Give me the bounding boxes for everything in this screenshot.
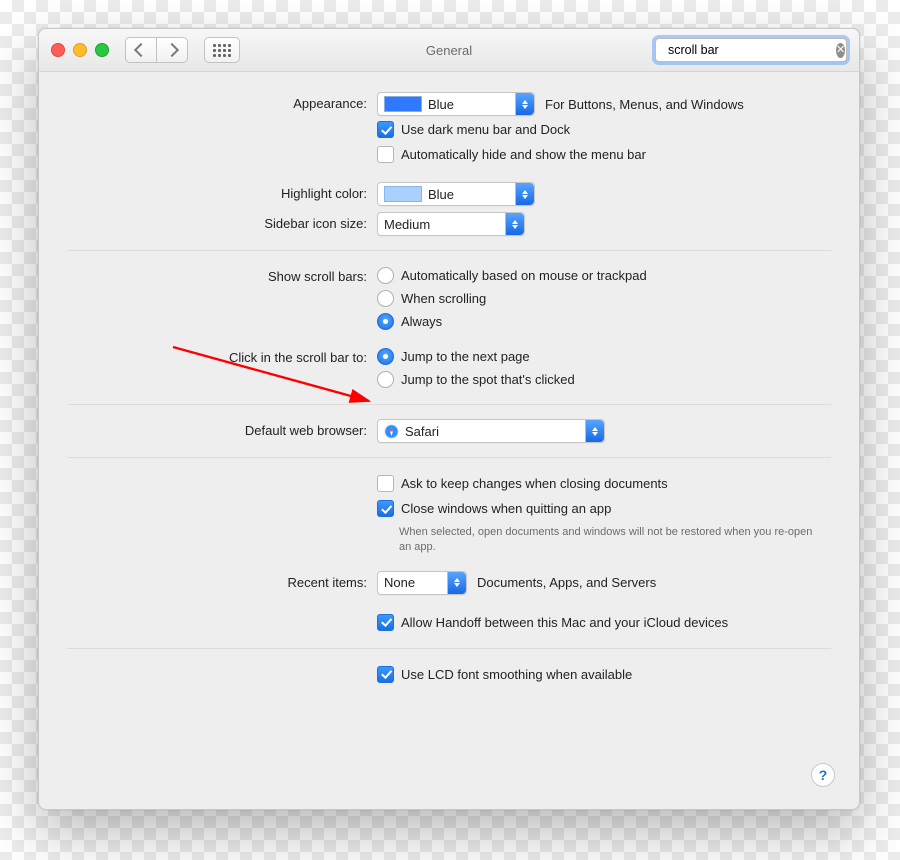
highlight-value: Blue	[428, 187, 454, 202]
divider	[67, 457, 831, 458]
highlight-label: Highlight color:	[67, 182, 377, 201]
sidebar-size-popup[interactable]: Medium	[377, 212, 525, 236]
scroll-click-spot[interactable]: Jump to the spot that's clicked	[377, 371, 831, 388]
search-field[interactable]: ✕	[655, 38, 847, 62]
appearance-swatch	[384, 96, 422, 112]
show-all-button[interactable]	[204, 37, 240, 63]
ask-keep-changes-checkbox[interactable]: Ask to keep changes when closing documen…	[377, 475, 831, 492]
checkbox-icon	[377, 666, 394, 683]
close-window-button[interactable]	[51, 43, 65, 57]
lcd-smoothing-checkbox[interactable]: Use LCD font smoothing when available	[377, 666, 831, 683]
dark-menu-checkbox[interactable]: Use dark menu bar and Dock	[377, 121, 831, 138]
autohide-menu-checkbox[interactable]: Automatically hide and show the menu bar	[377, 146, 831, 163]
radio-icon	[377, 313, 394, 330]
chevron-right-icon	[165, 43, 179, 57]
recent-value: None	[384, 575, 415, 590]
preferences-content: Appearance: Blue For Buttons, Menus, and…	[39, 72, 859, 710]
checkbox-icon	[377, 475, 394, 492]
forward-button[interactable]	[157, 37, 188, 63]
clear-search-button[interactable]: ✕	[836, 43, 845, 58]
divider	[67, 648, 831, 649]
radio-icon	[377, 267, 394, 284]
titlebar: General ✕	[39, 29, 859, 72]
radio-icon	[377, 290, 394, 307]
checkbox-icon	[377, 146, 394, 163]
autohide-menu-label: Automatically hide and show the menu bar	[401, 147, 646, 162]
scrollbars-label: Show scroll bars:	[67, 265, 377, 284]
close-windows-checkbox[interactable]: Close windows when quitting an app	[377, 500, 831, 517]
checkbox-icon	[377, 614, 394, 631]
checkbox-icon	[377, 500, 394, 517]
close-windows-hint: When selected, open documents and window…	[399, 525, 819, 555]
appearance-label: Appearance:	[67, 92, 377, 111]
grid-icon	[213, 44, 231, 57]
chevron-left-icon	[134, 43, 148, 57]
browser-value: Safari	[405, 424, 439, 439]
divider	[67, 404, 831, 405]
recent-popup[interactable]: None	[377, 571, 467, 595]
sidebar-size-value: Medium	[384, 217, 430, 232]
scrollbars-option-scrolling[interactable]: When scrolling	[377, 290, 831, 307]
browser-popup[interactable]: Safari	[377, 419, 605, 443]
preferences-window: General ✕ Appearance: Blue For Buttons, …	[38, 28, 860, 810]
highlight-popup[interactable]: Blue	[377, 182, 535, 206]
recent-caption: Documents, Apps, and Servers	[477, 575, 656, 590]
radio-icon	[377, 348, 394, 365]
scroll-click-label: Click in the scroll bar to:	[67, 346, 377, 365]
divider	[67, 250, 831, 251]
checkbox-icon	[377, 121, 394, 138]
help-button[interactable]: ?	[811, 763, 835, 787]
window-title: General	[426, 43, 472, 58]
scrollbars-option-auto[interactable]: Automatically based on mouse or trackpad	[377, 267, 831, 284]
scrollbars-option-always[interactable]: Always	[377, 313, 831, 330]
appearance-value: Blue	[428, 97, 454, 112]
recent-label: Recent items:	[67, 571, 377, 590]
highlight-swatch	[384, 186, 422, 202]
scroll-click-next-page[interactable]: Jump to the next page	[377, 348, 831, 365]
zoom-window-button[interactable]	[95, 43, 109, 57]
back-button[interactable]	[125, 37, 157, 63]
dark-menu-label: Use dark menu bar and Dock	[401, 122, 570, 137]
minimize-window-button[interactable]	[73, 43, 87, 57]
radio-icon	[377, 371, 394, 388]
appearance-caption: For Buttons, Menus, and Windows	[545, 97, 744, 112]
safari-icon	[384, 424, 399, 439]
handoff-checkbox[interactable]: Allow Handoff between this Mac and your …	[377, 614, 831, 631]
browser-label: Default web browser:	[67, 419, 377, 438]
nav-buttons	[125, 37, 188, 63]
sidebar-size-label: Sidebar icon size:	[67, 212, 377, 231]
search-input[interactable]	[666, 42, 831, 58]
window-controls	[51, 43, 109, 57]
appearance-popup[interactable]: Blue	[377, 92, 535, 116]
